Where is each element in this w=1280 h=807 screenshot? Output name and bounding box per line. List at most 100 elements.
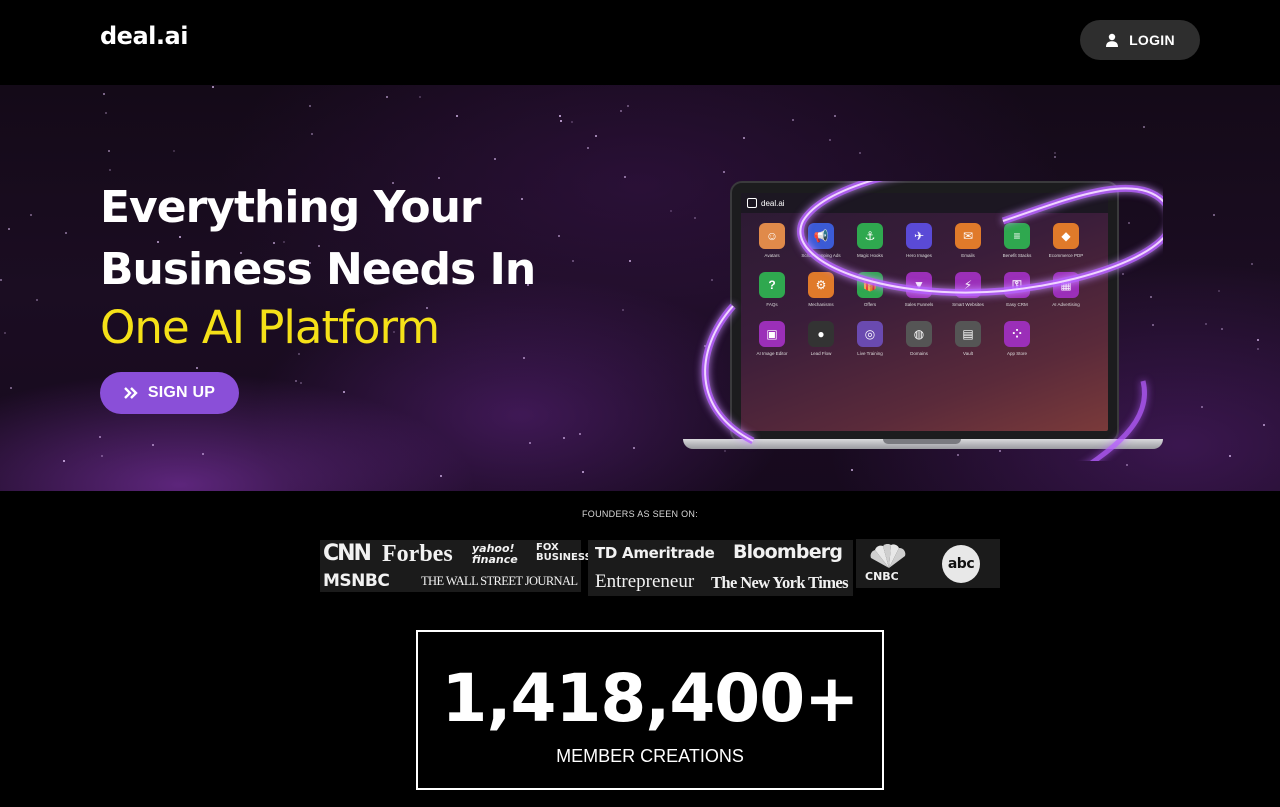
star-dot [99,436,101,438]
star-dot [105,112,107,114]
app-tile[interactable]: ● Lead Flow [798,321,844,357]
cnn-logo: CNN [323,541,372,566]
star-dot [196,367,198,369]
app-tile-icon: 🎁 [857,272,883,298]
star-dot [627,105,629,107]
star-dot [173,150,175,152]
app-tile[interactable]: ≡ Benefit Stacks [994,223,1040,259]
star-dot [1201,406,1203,408]
star-dot [30,214,32,216]
star-dot [792,119,794,121]
login-label: LOGIN [1129,32,1175,48]
sign-up-button[interactable]: SIGN UP [100,372,239,414]
app-tile[interactable]: ⚓ Magic Hooks [847,223,893,259]
star-dot [851,469,853,471]
press-label: FOUNDERS AS SEEN ON: [581,509,699,519]
star-dot [300,382,302,384]
app-tile-icon: ? [759,272,785,298]
app-tile-label: AI Advertising [1052,302,1080,307]
app-tile-label: Scroll-Stopping Ads [801,253,841,258]
app-tile[interactable]: ✉ Emails [945,223,991,259]
app-tile[interactable]: ▼ Sales Funnels [896,272,942,308]
star-dot [103,93,105,95]
star-dot [65,232,67,234]
app-tile-icon: ☺ [759,223,785,249]
star-dot [563,437,565,439]
entrepreneur-logo: Entrepreneur [595,571,695,592]
app-tile[interactable]: ✈ Hero Images [896,223,942,259]
cnbc-peacock-icon [870,544,906,568]
press-logos-group-2: TD Ameritrade Bloomberg Entrepreneur The… [588,540,853,596]
star-dot [529,442,531,444]
app-tile-icon: ● [808,321,834,347]
creations-label: MEMBER CREATIONS [556,746,744,766]
star-dot [343,391,345,393]
app-tile-icon: ✈ [906,223,932,249]
star-dot [743,137,745,139]
app-tile[interactable]: ◍ Domains [896,321,942,357]
star-dot [0,279,2,281]
app-tile[interactable]: ⚡ Smart Websites [945,272,991,308]
star-dot [559,115,561,117]
login-button[interactable]: LOGIN [1080,20,1200,60]
star-dot [4,332,6,334]
app-tile[interactable]: 📢 Scroll-Stopping Ads [798,223,844,259]
app-tile-label: Emails [961,253,975,258]
app-tile[interactable]: ⁘ App Store [994,321,1040,357]
hero-title: Everything Your Business Needs In [100,177,620,301]
app-tile-label: Avatars [764,253,780,258]
app-tile-label: Magic Hooks [856,253,883,258]
star-dot [36,299,38,301]
app-tile-label: Vault [963,351,973,356]
star-dot [1213,214,1215,216]
app-tile-icon: ✉ [955,223,981,249]
app-tile-label: Benefit Stacks [1002,253,1032,258]
app-tile-icon: ⚡ [955,272,981,298]
user-icon [1106,33,1119,47]
app-tile[interactable]: ⚙ Mechanisms [798,272,844,308]
app-tile-label: AI Image Editor [756,351,788,356]
new-york-times-logo: The New York Times [711,573,849,592]
star-dot [624,176,626,178]
press-logos-group-1: CNN Forbes yahoo! finance FOX BUSINESS M… [320,540,592,592]
yahoo-finance-logo: yahoo! finance [472,542,518,566]
star-dot [1263,424,1265,426]
star-dot [629,260,631,262]
app-tile-icon: ◆ [1053,223,1079,249]
hero-title-line-1: Everything Your [100,182,482,233]
star-dot [587,147,589,149]
wall-street-journal-logo: THE WALL STREET JOURNAL [421,574,578,588]
star-dot [1251,263,1253,265]
app-tile[interactable]: ▦ AI Advertising [1043,272,1089,308]
star-dot [295,380,297,382]
laptop-notch [883,439,961,444]
star-dot [1126,464,1128,466]
app-tile[interactable]: ▤ Vault [945,321,991,357]
star-dot [571,121,573,123]
site-logo[interactable]: deal.ai [100,22,188,50]
star-dot [108,150,110,152]
app-tile[interactable]: ◆ Ecommerce PDP [1043,223,1089,259]
app-tile-icon: ≡ [1004,223,1030,249]
app-tile-label: Domains [910,351,928,356]
hero-title-line-2: Business Needs In [100,244,536,295]
app-tile[interactable]: ▣ AI Image Editor [749,321,795,357]
creations-count: 1,418,400+ [441,660,860,737]
app-tile[interactable]: ⚿ Easy CRM [994,272,1040,308]
app-tile[interactable]: ☺ Avatars [749,223,795,259]
star-dot [1205,323,1207,325]
star-dot [723,171,725,173]
star-dot [523,357,525,359]
hero-section: Everything Your Business Needs In One AI… [0,85,1280,491]
app-tile[interactable]: ? FAQs [749,272,795,308]
star-dot [456,115,458,117]
app-tile-icon: ▣ [759,321,785,347]
fox-business-logo: FOX BUSINESS [536,542,592,563]
app-tile-icon: 📢 [808,223,834,249]
app-tile-icon: ◎ [857,321,883,347]
star-dot [829,139,831,141]
star-dot [670,210,672,212]
app-tile[interactable]: ◎ Live Training [847,321,893,357]
star-dot [579,433,581,435]
app-tile[interactable]: 🎁 Offers [847,272,893,308]
